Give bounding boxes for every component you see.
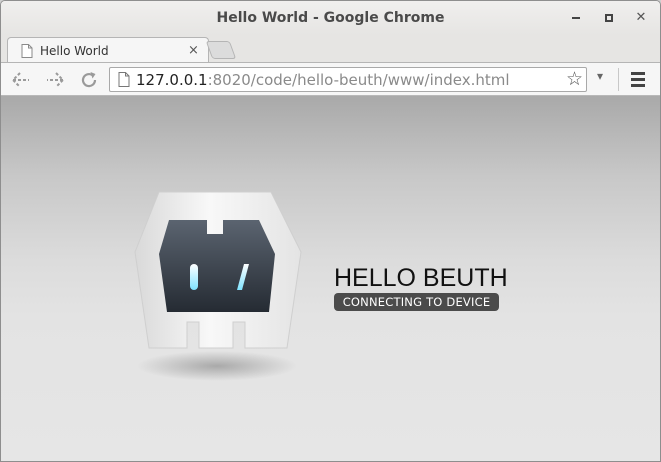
browser-window: Hello World - Google Chrome ✕ Hello Worl… (0, 0, 661, 462)
title-bar[interactable]: Hello World - Google Chrome ✕ (1, 1, 660, 35)
toolbar: 127.0.0.1:8020/code/hello-beuth/www/inde… (1, 62, 660, 96)
cordova-robot-icon (134, 191, 302, 381)
toolbar-divider (618, 68, 619, 91)
tab-label: Hello World (40, 44, 109, 58)
minimize-icon[interactable] (568, 10, 584, 26)
status-badge: CONNECTING TO DEVICE (334, 293, 499, 311)
url-path: :8020/code/hello-beuth/www/index.html (207, 71, 510, 89)
page-icon (118, 72, 130, 87)
back-arrow-icon[interactable] (9, 68, 33, 92)
tab-hello-world[interactable]: Hello World × (7, 37, 209, 63)
forward-arrow-icon[interactable] (43, 68, 67, 92)
close-tab-icon[interactable]: × (188, 43, 199, 58)
url-text[interactable]: 127.0.0.1:8020/code/hello-beuth/www/inde… (136, 71, 510, 89)
app-title: HELLO BEUTH (334, 264, 508, 292)
tab-strip: Hello World × (1, 35, 660, 63)
page-content: HELLO BEUTH CONNECTING TO DEVICE (1, 96, 660, 461)
window-title: Hello World - Google Chrome (216, 10, 445, 26)
url-host: 127.0.0.1 (136, 71, 208, 89)
close-icon[interactable]: ✕ (633, 10, 649, 26)
menu-icon[interactable] (631, 72, 645, 90)
reload-icon[interactable] (77, 68, 101, 92)
star-icon[interactable]: ☆ (566, 68, 583, 90)
address-bar[interactable]: 127.0.0.1:8020/code/hello-beuth/www/inde… (109, 67, 587, 92)
maximize-icon[interactable] (601, 10, 617, 26)
page-icon (21, 44, 33, 58)
dropdown-icon[interactable]: ▾ (597, 69, 603, 83)
